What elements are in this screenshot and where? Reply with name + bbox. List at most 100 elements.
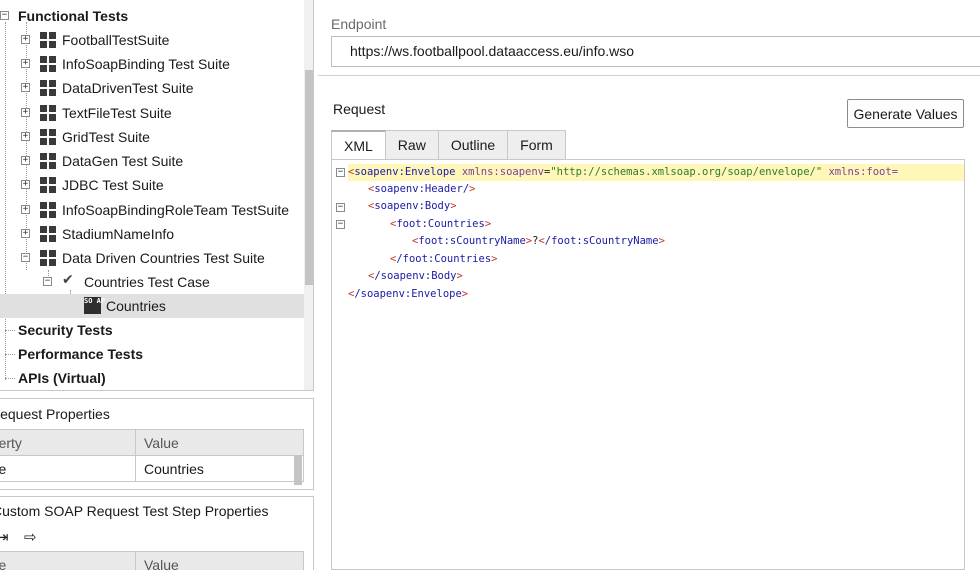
code-line: <foot:sCountryName>?</foot:sCountryName>: [412, 235, 665, 247]
test-suite-icon: [40, 177, 56, 193]
tree-item-suite[interactable]: + JDBC Test Suite: [0, 173, 304, 197]
tree-item-label: APIs (Virtual): [18, 370, 106, 386]
custom-properties-panel: Custom SOAP Request Test Step Properties…: [0, 496, 314, 570]
tree-item-label: InfoSoapBindingRoleTeam TestSuite: [62, 202, 290, 218]
tree-item-label: Performance Tests: [18, 346, 144, 362]
divider: [318, 75, 980, 76]
tree-item-suite[interactable]: + InfoSoapBindingRoleTeam TestSuite: [0, 198, 304, 222]
property-name-cell[interactable]: Name: [0, 455, 136, 482]
tree-item-performance-tests[interactable]: Performance Tests: [0, 342, 304, 366]
test-suite-icon: [40, 250, 56, 266]
expand-icon[interactable]: +: [21, 180, 30, 189]
collapse-icon[interactable]: −: [0, 11, 9, 20]
tab-form[interactable]: Form: [508, 130, 566, 160]
tree-item-label: DataDrivenTest Suite: [62, 80, 194, 96]
column-header-property[interactable]: Property: [0, 429, 136, 456]
request-label: Request: [333, 101, 386, 117]
tree-item-suite[interactable]: + FootballTestSuite: [0, 28, 304, 52]
tree-item-functional-tests[interactable]: − Functional Tests: [0, 4, 304, 28]
test-suite-icon: [40, 129, 56, 145]
column-header-value[interactable]: Value: [135, 429, 304, 456]
panel-title: Custom SOAP Request Test Step Properties: [0, 503, 269, 519]
code-line: <soapenv:Header/>: [368, 183, 476, 195]
collapse-icon[interactable]: −: [21, 253, 30, 262]
tree-item-apis-virtual[interactable]: APIs (Virtual): [0, 366, 304, 390]
expand-icon[interactable]: +: [21, 108, 30, 117]
tree-item-label: Functional Tests: [18, 8, 129, 24]
fold-icon[interactable]: −: [336, 220, 345, 229]
column-header-name[interactable]: Name: [0, 551, 136, 570]
tree-item-label: FootballTestSuite: [62, 32, 170, 48]
tree-item-label: Data Driven Countries Test Suite: [62, 250, 265, 266]
test-suite-icon: [40, 105, 56, 121]
generate-values-button[interactable]: Generate Values: [847, 99, 964, 128]
tree-scrollbar[interactable]: [304, 0, 313, 390]
editor-margin: [965, 159, 980, 570]
endpoint-input[interactable]: https://ws.footballpool.dataaccess.eu/in…: [331, 36, 980, 67]
tree-item-test-case[interactable]: − ✔ Countries Test Case: [0, 270, 304, 294]
tree-item-suite[interactable]: + GridTest Suite: [0, 125, 304, 149]
fold-icon[interactable]: −: [336, 168, 345, 177]
tree-item-label: DataGen Test Suite: [62, 153, 184, 169]
code-line: <foot:Countries>: [390, 218, 492, 230]
code-line: <soapenv:Body>: [368, 200, 457, 212]
project-navigator[interactable]: − Functional Tests + FootballTestSuite +…: [0, 0, 314, 391]
tree-item-label: JDBC Test Suite: [62, 177, 164, 193]
collapse-icon[interactable]: −: [43, 277, 52, 286]
tree-item-label: Security Tests: [18, 322, 113, 338]
soap-request-icon: SO AP: [84, 297, 105, 314]
code-line: </foot:Countries>: [390, 253, 498, 265]
test-suite-icon: [40, 226, 56, 242]
expand-icon[interactable]: +: [21, 132, 30, 141]
code-line: </soapenv:Body>: [368, 270, 463, 282]
test-suite-icon: [40, 202, 56, 218]
add-property-icon[interactable]: ⇥: [0, 528, 9, 546]
tab-outline[interactable]: Outline: [438, 130, 509, 160]
scrollbar-thumb[interactable]: [305, 70, 313, 285]
test-suite-icon: [40, 32, 56, 48]
request-editor: Endpoint https://ws.footballpool.dataacc…: [318, 0, 980, 570]
custom-properties-table: Name Value: [0, 551, 304, 570]
export-properties-icon[interactable]: ⇨: [24, 528, 37, 546]
table-header: Name Value: [0, 551, 304, 570]
test-suite-icon: [40, 153, 56, 169]
endpoint-label: Endpoint: [331, 16, 387, 32]
tree-item-label: Countries: [106, 298, 166, 314]
tree-item-label: Countries Test Case: [84, 274, 210, 290]
fold-icon[interactable]: −: [336, 203, 345, 212]
editor-tabs: XML Raw Outline Form: [331, 130, 566, 160]
table-header: Property Value: [0, 429, 304, 456]
tree-item-security-tests[interactable]: Security Tests: [0, 318, 304, 342]
request-properties-table: Property Value Name Countries: [0, 429, 304, 482]
property-value-cell[interactable]: Countries: [135, 455, 304, 482]
tab-xml[interactable]: XML: [331, 130, 386, 160]
tab-raw[interactable]: Raw: [385, 130, 439, 160]
column-header-value[interactable]: Value: [135, 551, 304, 570]
test-suite-icon: [40, 80, 56, 96]
expand-icon[interactable]: +: [21, 229, 30, 238]
expand-icon[interactable]: +: [21, 59, 30, 68]
expand-icon[interactable]: +: [21, 83, 30, 92]
tree-item-suite[interactable]: + DataGen Test Suite: [0, 149, 304, 173]
panel-title: Request Properties: [0, 406, 110, 422]
tree-item-label: StadiumNameInfo: [62, 226, 175, 242]
tree-item-suite[interactable]: + InfoSoapBinding Test Suite: [0, 52, 304, 76]
tree-item-suite[interactable]: + DataDrivenTest Suite: [0, 76, 304, 100]
tree-item-suite[interactable]: + StadiumNameInfo: [0, 222, 304, 246]
tree-item-test-step[interactable]: SO AP Countries: [0, 294, 304, 318]
expand-icon[interactable]: +: [21, 35, 30, 44]
request-properties-panel: Request Properties Property Value Name C…: [0, 398, 314, 490]
checkmark-icon: ✔: [62, 272, 74, 288]
table-row[interactable]: Name Countries: [0, 455, 304, 482]
tree-item-label: InfoSoapBinding Test Suite: [62, 56, 230, 72]
tree-item-label: TextFileTest Suite: [62, 105, 172, 121]
xml-editor[interactable]: − − − <soapenv:Envelope xmlns:soapenv="h…: [331, 159, 965, 570]
expand-icon[interactable]: +: [21, 205, 30, 214]
tree-item-suite[interactable]: + TextFileTest Suite: [0, 101, 304, 125]
code-line: </soapenv:Envelope>: [348, 288, 469, 300]
scrollbar-thumb[interactable]: [294, 455, 302, 485]
test-suite-icon: [40, 56, 56, 72]
code-line: <soapenv:Envelope xmlns:soapenv="http://…: [348, 164, 964, 181]
expand-icon[interactable]: +: [21, 156, 30, 165]
tree-item-suite-expanded[interactable]: − Data Driven Countries Test Suite: [0, 246, 304, 270]
